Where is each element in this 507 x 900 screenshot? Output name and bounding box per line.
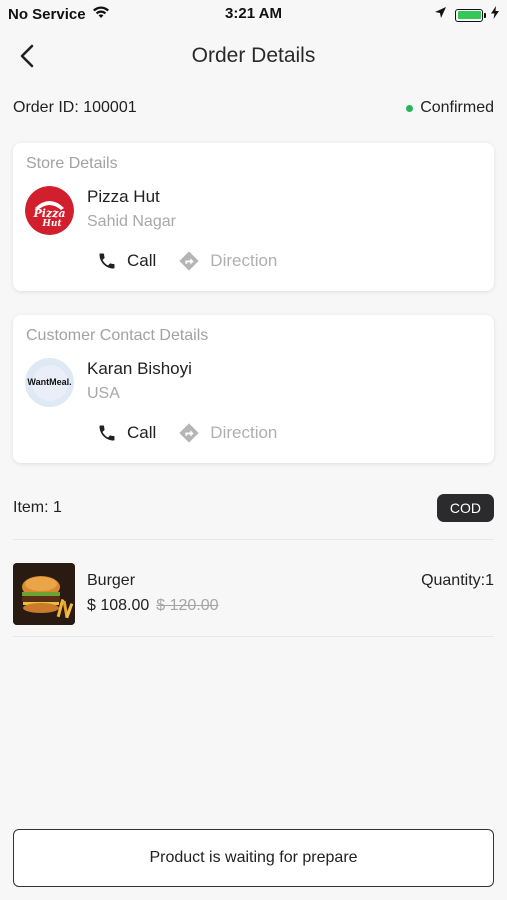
battery-icon [455, 8, 486, 22]
divider [13, 539, 494, 540]
store-logo-text-2: Hut [41, 219, 62, 229]
charging-bolt-icon [491, 6, 499, 24]
direction-icon [179, 251, 199, 271]
product-quantity: Quantity:1 [421, 572, 494, 589]
store-actions: Call Direction [97, 250, 277, 272]
customer-logo-badge: Want Meal. [27, 364, 72, 401]
store-details-card: Store Details Pizza Hut Pizza Hut Sahid … [13, 143, 494, 291]
customer-actions: Call Direction [97, 422, 277, 444]
battery-fill [457, 11, 481, 19]
navigation-bar: Order Details [0, 30, 507, 82]
direction-icon [179, 423, 199, 443]
product-image [13, 563, 75, 625]
order-id: Order ID: 100001 [13, 99, 137, 116]
store-location: Sahid Nagar [87, 213, 176, 230]
customer-logo-text-2: Meal. [49, 377, 72, 387]
status-bar: No Service 3:21 AM [0, 0, 507, 28]
items-summary: Item: 1 COD [13, 494, 494, 522]
product-prices: $ 108.00 $ 120.00 [87, 597, 219, 615]
page-title: Order Details [191, 44, 316, 67]
customer-location: USA [87, 385, 120, 402]
customer-name: Karan Bishoyi [87, 359, 192, 378]
customer-call-button[interactable]: Call [97, 423, 156, 443]
order-status-button[interactable]: Product is waiting for prepare [13, 829, 494, 887]
product-price: $ 108.00 [87, 597, 150, 614]
customer-logo-text-1: Want [27, 377, 50, 387]
payment-badge: COD [436, 494, 494, 522]
customer-call-label: Call [127, 423, 157, 442]
order-status-label: Confirmed [420, 99, 494, 116]
customer-section-title: Customer Contact Details [26, 327, 209, 344]
divider [13, 636, 494, 637]
location-arrow-icon [434, 6, 447, 24]
store-call-label: Call [127, 251, 157, 270]
customer-details-card: Customer Contact Details Want Meal. Kara… [13, 315, 494, 463]
customer-logo: Want Meal. [25, 358, 74, 407]
order-status: Confirmed [406, 99, 494, 117]
store-name: Pizza Hut [87, 187, 160, 206]
phone-icon [99, 425, 115, 441]
store-direction-label: Direction [210, 251, 278, 270]
order-header: Order ID: 100001 Confirmed [13, 96, 494, 120]
customer-direction-button[interactable]: Direction [178, 422, 277, 444]
product-original-price: $ 120.00 [156, 597, 219, 614]
store-logo: Pizza Hut [25, 186, 74, 235]
store-direction-button[interactable]: Direction [178, 250, 277, 272]
store-section-title: Store Details [26, 155, 118, 172]
order-details-screen: No Service 3:21 AM Order Details Order I… [0, 0, 507, 900]
product-name: Burger [87, 572, 136, 589]
product-item: Burger $ 108.00 $ 120.00 Quantity:1 [13, 563, 494, 625]
status-time: 3:21 AM [225, 5, 282, 22]
status-dot [406, 104, 414, 112]
customer-direction-label: Direction [210, 423, 278, 442]
status-right [434, 6, 499, 24]
phone-icon [99, 253, 115, 269]
store-call-button[interactable]: Call [97, 251, 156, 271]
item-count: Item: 1 [13, 499, 62, 516]
